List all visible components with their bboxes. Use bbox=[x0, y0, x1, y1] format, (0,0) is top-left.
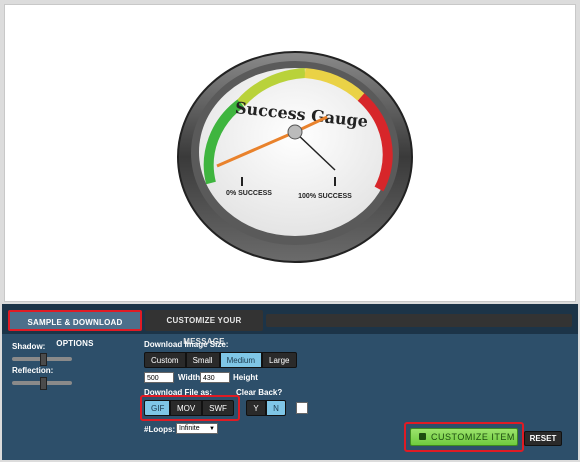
shadow-slider[interactable] bbox=[12, 353, 72, 366]
clear-back-group: Y N bbox=[246, 400, 286, 416]
loops-label: #Loops: bbox=[144, 425, 176, 434]
size-large-button[interactable]: Large bbox=[262, 352, 297, 368]
width-input[interactable]: 500 bbox=[144, 372, 174, 383]
chevron-down-icon: ▼ bbox=[209, 426, 215, 432]
format-mov-button[interactable]: MOV bbox=[170, 400, 202, 416]
camera-icon bbox=[419, 433, 426, 440]
size-custom-button[interactable]: Custom bbox=[144, 352, 186, 368]
gauge-min-label: 0% SUCCESS bbox=[226, 190, 272, 197]
file-format-group: GIF MOV SWF bbox=[144, 400, 234, 416]
clear-back-yes-button[interactable]: Y bbox=[246, 400, 266, 416]
height-input[interactable]: 430 bbox=[200, 372, 230, 383]
tab-bar-filler bbox=[266, 314, 572, 327]
gauge-graphic: Success Gauge 0% SUCCESS 100% SUCCESS bbox=[177, 51, 413, 263]
options-panel: SAMPLE & DOWNLOAD OPTIONS CUSTOMIZE YOUR… bbox=[2, 304, 578, 460]
format-swf-button[interactable]: SWF bbox=[202, 400, 234, 416]
width-label: Width bbox=[178, 373, 201, 382]
loops-select[interactable]: Infinite ▼ bbox=[176, 423, 218, 434]
loops-select-value: Infinite bbox=[179, 425, 200, 432]
image-size-label: Download Image Size: bbox=[144, 340, 229, 349]
tab-sample-download[interactable]: SAMPLE & DOWNLOAD OPTIONS bbox=[8, 310, 142, 348]
preview-area: Success Gauge 0% SUCCESS 100% SUCCESS bbox=[4, 4, 576, 302]
tab-bar: SAMPLE & DOWNLOAD OPTIONS CUSTOMIZE YOUR… bbox=[2, 304, 578, 348]
size-medium-button[interactable]: Medium bbox=[219, 352, 263, 368]
shadow-slider-thumb[interactable] bbox=[40, 353, 47, 366]
size-small-button[interactable]: Small bbox=[185, 352, 220, 368]
clear-back-label: Clear Back? bbox=[236, 388, 283, 397]
image-size-group: Custom Small Medium Large bbox=[144, 352, 297, 368]
reset-button[interactable]: RESET bbox=[524, 431, 562, 446]
format-gif-button[interactable]: GIF bbox=[144, 400, 170, 416]
reflection-slider[interactable] bbox=[12, 377, 72, 390]
shadow-label: Shadow: bbox=[12, 342, 46, 351]
clear-back-no-button[interactable]: N bbox=[266, 400, 286, 416]
tab-customize-message[interactable]: CUSTOMIZE YOUR MESSAGE bbox=[145, 310, 263, 346]
gauge-max-label: 100% SUCCESS bbox=[298, 193, 352, 200]
height-label: Height bbox=[233, 373, 258, 382]
reflection-label: Reflection: bbox=[12, 366, 54, 375]
customize-item-label: CUSTOMIZE ITEM bbox=[431, 432, 515, 442]
reflection-slider-thumb[interactable] bbox=[40, 377, 47, 390]
background-color-swatch[interactable] bbox=[296, 402, 308, 414]
customize-item-button[interactable]: CUSTOMIZE ITEM bbox=[410, 428, 518, 446]
